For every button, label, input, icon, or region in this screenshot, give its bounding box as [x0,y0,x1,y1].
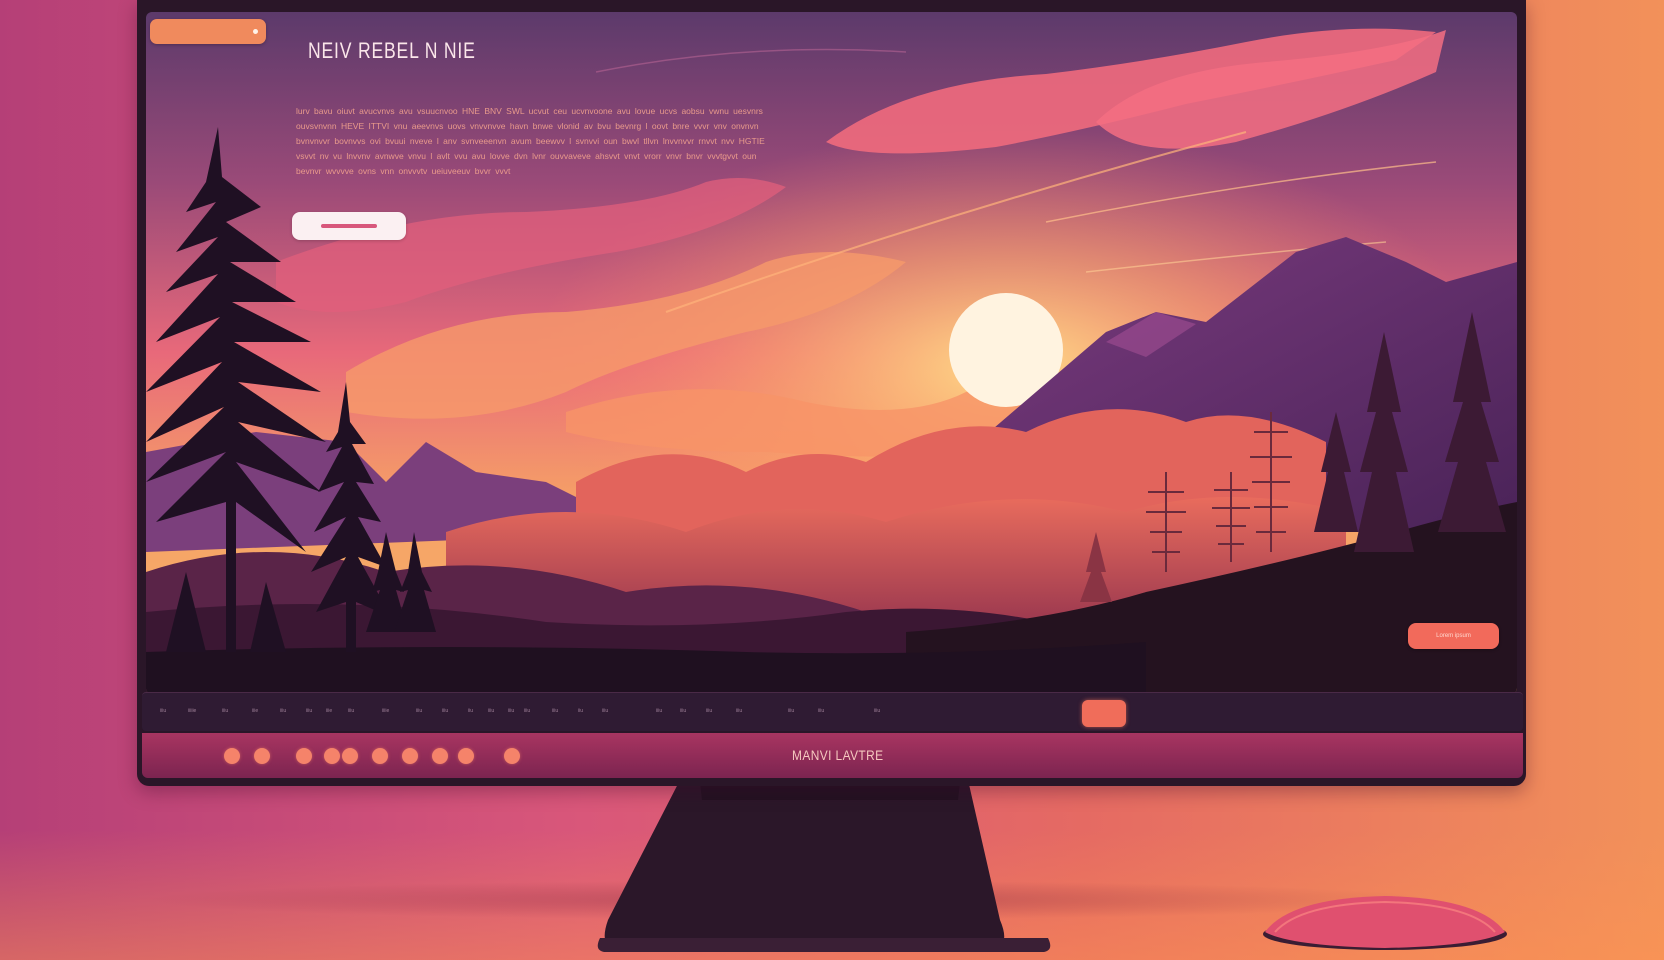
menu-item[interactable]: iiie [252,707,258,715]
menu-item[interactable]: iiiu [280,707,286,715]
menu-item[interactable]: iiiu [442,707,448,715]
menu-item[interactable]: iiiie [382,707,389,715]
screen: NEIV REBEL N NIE lurv bavu oiuvt avucvnv… [146,12,1517,694]
menu-item[interactable]: iiiu [680,707,686,715]
menu-item[interactable]: iiiu [524,707,530,715]
footer-nav-dot[interactable] [372,748,388,764]
menu-item[interactable]: iiiu [222,707,228,715]
footer-nav-dot[interactable] [324,748,340,764]
footer-bar: MANVI LAVTRE [142,733,1523,778]
hero-title: NEIV REBEL N NIE [308,38,476,63]
footer-nav-dot[interactable] [504,748,520,764]
menu-item[interactable]: iiie [326,707,332,715]
menu-item[interactable]: iiiu [306,707,312,715]
menu-item[interactable]: iiiu [488,707,494,715]
footer-nav-dot[interactable] [296,748,312,764]
footer-nav-dot[interactable] [402,748,418,764]
menu-item[interactable]: iiiu [602,707,608,715]
footer-nav-dot[interactable] [432,748,448,764]
menu-item[interactable]: iiiu [416,707,422,715]
hero-button-label-bar [321,224,377,228]
menu-item[interactable]: iiiu [736,707,742,715]
footer-nav-dot[interactable] [458,748,474,764]
footer-label: MANVI LAVTRE [792,747,884,763]
hero-primary-button[interactable] [292,212,406,240]
menu-item-active[interactable] [1082,700,1126,727]
menu-item[interactable]: iiu [578,707,583,715]
menu-item[interactable]: iiiu [656,707,662,715]
menu-item[interactable]: iiiu [788,707,794,715]
menu-item[interactable]: iiiu [348,707,354,715]
menu-item[interactable]: iiiu [160,707,166,715]
mouse-icon[interactable] [1260,892,1510,954]
browser-tab[interactable] [150,19,266,44]
tab-close-icon[interactable] [253,29,258,34]
menu-item[interactable]: iiiu [552,707,558,715]
hero-body-text: lurv bavu oiuvt avucvnvs avu vsuucnvoo H… [296,106,765,176]
footer-nav-dot[interactable] [224,748,240,764]
monitor: NEIV REBEL N NIE lurv bavu oiuvt avucvnv… [137,0,1526,786]
menu-item[interactable]: iiu [468,707,473,715]
menu-bar: iiiu iiiiie iiiu iiie iiiu iiiu iiie iii… [142,692,1523,731]
cta-button[interactable]: Lorem ipsum [1408,623,1499,649]
menu-item[interactable]: iiiu [508,707,514,715]
footer-nav-dot[interactable] [342,748,358,764]
desk-shadow [140,880,1444,920]
menu-item[interactable]: iiiu [818,707,824,715]
menu-item[interactable]: iiiu [706,707,712,715]
footer-nav-dot[interactable] [254,748,270,764]
menu-item[interactable]: iiiu [874,707,880,715]
menu-item[interactable]: iiiiie [188,707,196,715]
